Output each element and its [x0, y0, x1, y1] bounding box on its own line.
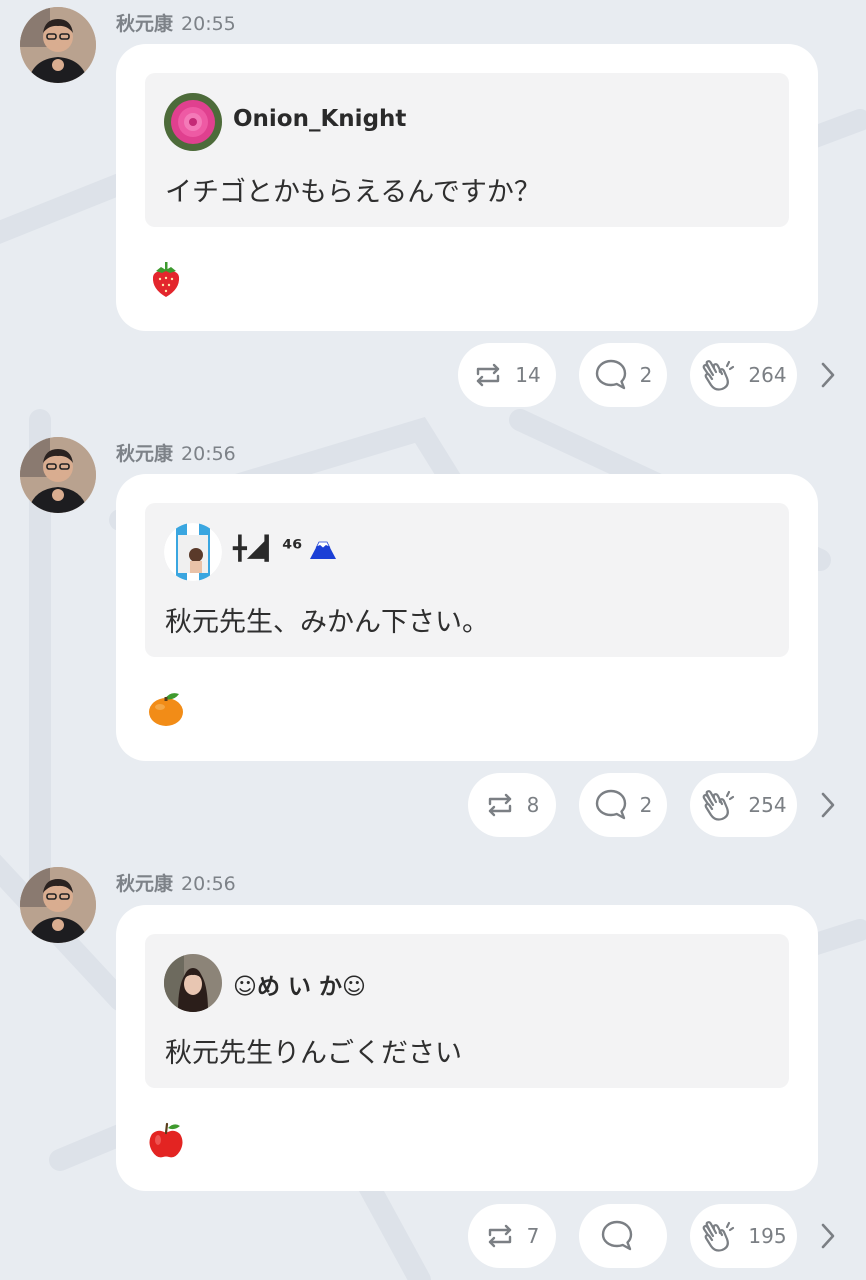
clap-icon — [703, 1221, 735, 1252]
clap-button[interactable]: 195 — [690, 1204, 797, 1268]
repost-button[interactable]: 8 — [468, 773, 556, 837]
clap-button[interactable]: 254 — [690, 773, 797, 837]
repost-icon — [488, 1224, 511, 1248]
post-time: 20:56 — [181, 443, 236, 465]
blue-stripe-avatar[interactable] — [164, 523, 222, 581]
comment-button[interactable] — [579, 1204, 667, 1268]
repost-button[interactable]: 7 — [468, 1204, 556, 1268]
repost-icon — [477, 363, 500, 387]
quoted-text: イチゴとかもらえるんですか？ — [165, 177, 541, 208]
comment-count: 2 — [639, 363, 653, 387]
repost-icon — [488, 793, 511, 817]
comment-icon — [601, 1220, 633, 1251]
post-card[interactable]: ╋◢▎⁴⁶ 秋元先生、みかん下さい。 — [116, 474, 818, 761]
clap-button[interactable]: 264 — [690, 343, 797, 407]
post-actions: 8 2 254 — [0, 773, 866, 837]
quoted-text: 秋元先生、みかん下さい。 — [165, 607, 489, 638]
comment-button[interactable]: 2 — [579, 773, 667, 837]
girl-photo-avatar[interactable] — [164, 954, 222, 1012]
clap-count: 254 — [748, 793, 787, 817]
quoted-comment[interactable]: ╋◢▎⁴⁶ 秋元先生、みかん下さい。 — [145, 503, 789, 657]
quoted-username[interactable]: ╋◢▎⁴⁶ — [233, 536, 338, 562]
author-avatar[interactable] — [20, 437, 96, 513]
comment-icon — [595, 789, 626, 820]
comment-button[interactable]: 2 — [579, 343, 667, 407]
repost-count: 8 — [526, 793, 540, 817]
repost-count: 7 — [526, 1224, 540, 1248]
repost-count: 14 — [515, 363, 541, 387]
quoted-username[interactable]: Onion_Knight — [233, 106, 406, 132]
comment-icon — [595, 359, 626, 390]
comment-count: 2 — [639, 793, 653, 817]
strawberry-icon — [152, 262, 180, 297]
chevron-right-icon[interactable] — [816, 1221, 840, 1251]
author-name[interactable]: 秋元康 — [116, 443, 173, 465]
chevron-right-icon[interactable] — [816, 790, 840, 820]
clap-icon — [703, 360, 735, 391]
post-time: 20:55 — [181, 13, 236, 35]
quoted-username[interactable]: ☺め い か☺ — [233, 967, 366, 1001]
clap-count: 264 — [748, 363, 787, 387]
post-card[interactable]: ☺め い か☺ 秋元先生りんごください — [116, 905, 818, 1191]
post-time: 20:56 — [181, 873, 236, 895]
rose-avatar[interactable] — [164, 93, 222, 151]
post-actions: 7 195 — [0, 1204, 866, 1268]
author-name[interactable]: 秋元康 — [116, 13, 173, 35]
clap-count: 195 — [748, 1224, 787, 1248]
tangerine-icon — [149, 693, 183, 726]
quoted-text: 秋元先生りんごください — [165, 1038, 462, 1069]
post-meta: 秋元康 20:55 — [116, 9, 236, 36]
quoted-comment[interactable]: Onion_Knight イチゴとかもらえるんですか？ — [145, 73, 789, 227]
mount-fuji-icon — [310, 541, 337, 559]
chevron-right-icon[interactable] — [816, 360, 840, 390]
author-name[interactable]: 秋元康 — [116, 873, 173, 895]
post-meta: 秋元康 20:56 — [116, 869, 236, 896]
quoted-comment[interactable]: ☺め い か☺ 秋元先生りんごください — [145, 934, 789, 1088]
author-avatar[interactable] — [20, 7, 96, 83]
quoted-username-text: ╋◢▎⁴⁶ — [233, 536, 303, 562]
post-actions: 14 2 264 — [0, 343, 866, 407]
apple-icon — [149, 1122, 183, 1158]
post-card[interactable]: Onion_Knight イチゴとかもらえるんですか？ — [116, 44, 818, 331]
author-avatar[interactable] — [20, 867, 96, 943]
repost-button[interactable]: 14 — [458, 343, 556, 407]
clap-icon — [703, 790, 735, 821]
post-meta: 秋元康 20:56 — [116, 439, 236, 466]
